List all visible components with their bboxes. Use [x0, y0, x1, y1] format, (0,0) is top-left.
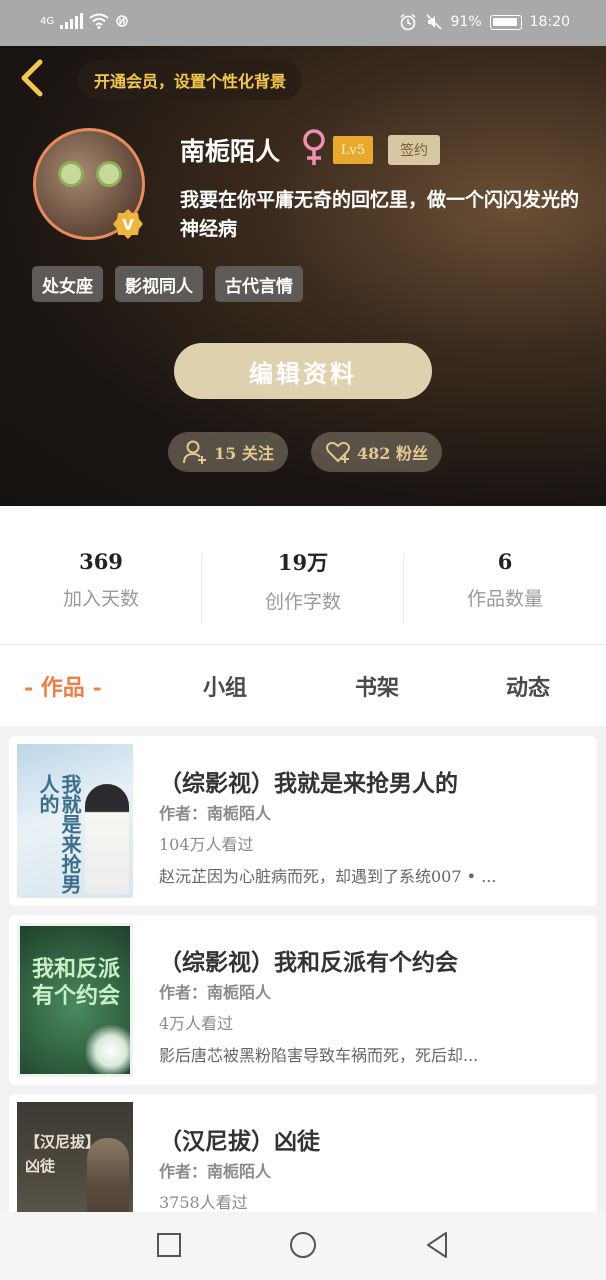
book-cover: 我和反派有个约会	[17, 923, 133, 1077]
system-nav-bar	[0, 1212, 606, 1280]
book-description: 赵沅芷因为心脏病而死，却遇到了系统007 • ...	[159, 867, 497, 886]
cover-figure	[85, 784, 129, 894]
alarm-icon	[400, 13, 415, 31]
profile-tag: 影视同人	[115, 266, 203, 302]
book-title: （综影视）我和反派有个约会	[159, 949, 458, 976]
book-card[interactable]: 我和反派有个约会 （综影视）我和反派有个约会 作者：南栀陌人 4万人看过 影后唐…	[9, 915, 597, 1085]
stat-label: 作品数量	[466, 588, 543, 610]
stat-words-written: 19万 创作字数	[202, 506, 404, 644]
book-card[interactable]: 我就是来抢男人的 （综影视）我就是来抢男人的 作者：南栀陌人 104万人看过 赵…	[9, 736, 597, 906]
verified-v-icon: V	[113, 209, 143, 239]
edit-profile-button[interactable]: 编辑资料	[174, 343, 432, 399]
network-label: 4G	[40, 15, 55, 27]
stat-value: 369	[79, 549, 123, 574]
back-arrow-icon[interactable]	[16, 58, 46, 98]
avatar-eye-patch	[58, 161, 84, 187]
add-user-icon	[183, 440, 206, 464]
heart-plus-icon	[326, 441, 350, 463]
stats-bar: 369 加入天数 19万 创作字数 6 作品数量	[0, 506, 606, 644]
followers-button[interactable]: 482 粉丝	[311, 432, 442, 472]
signal-icon	[60, 13, 84, 29]
book-title: （汉尼拔）凶徒	[159, 1128, 320, 1155]
vip-background-banner[interactable]: 开通会员，设置个性化背景	[78, 60, 303, 100]
profile-header: 开通会员，设置个性化背景 V 南栀陌人 Lv5 签约 我要在你平庸无奇的回忆里，…	[0, 46, 606, 506]
back-triangle-icon[interactable]	[422, 1230, 452, 1260]
profile-tags: 处女座 影视同人 古代言情	[32, 266, 303, 302]
cover-title: 【汉尼拔】凶徒	[25, 1133, 93, 1175]
book-cover: 【汉尼拔】凶徒	[17, 1102, 133, 1213]
tab-groups[interactable]: 小组	[203, 645, 247, 727]
cover-flowers	[86, 1022, 130, 1074]
avatar-eye-patch	[96, 161, 122, 187]
book-author: 作者：南栀陌人	[159, 1162, 272, 1181]
battery-percent: 91%	[450, 14, 482, 30]
following-count: 15 关注	[214, 444, 274, 463]
book-card[interactable]: 【汉尼拔】凶徒 （汉尼拔）凶徒 作者：南栀陌人 3758人看过	[9, 1094, 597, 1213]
tab-activity[interactable]: 动态	[506, 645, 550, 727]
stat-works-count: 6 作品数量	[404, 506, 606, 644]
cover-title: 我和反派有个约会	[32, 956, 121, 1009]
book-views: 3758人看过	[159, 1193, 248, 1212]
home-icon[interactable]	[288, 1230, 318, 1260]
book-cover: 我就是来抢男人的	[17, 744, 133, 898]
cover-title: 我就是来抢男人的	[36, 774, 82, 894]
status-right: 91% 18:20	[399, 13, 570, 31]
svg-text:V: V	[122, 216, 134, 234]
book-views: 104万人看过	[159, 835, 254, 854]
tab-bookshelf[interactable]: 书架	[355, 645, 399, 727]
tab-works[interactable]: - 作品 -	[24, 645, 102, 727]
stat-days-joined: 369 加入天数	[0, 506, 202, 644]
cover-figure	[87, 1138, 129, 1213]
stat-value: 19万	[277, 549, 329, 575]
followers-count: 482 粉丝	[357, 444, 428, 463]
recent-apps-icon[interactable]	[154, 1230, 184, 1260]
wifi-icon	[89, 13, 109, 29]
clock: 18:20	[529, 14, 570, 30]
book-author: 作者：南栀陌人	[159, 983, 272, 1002]
profile-tag: 古代言情	[215, 266, 303, 302]
signed-author-badge: 签约	[388, 135, 440, 165]
book-author: 作者：南栀陌人	[159, 804, 272, 823]
battery-icon	[489, 14, 522, 30]
username: 南栀陌人	[180, 137, 281, 166]
book-title: （综影视）我就是来抢男人的	[159, 770, 458, 797]
level-badge: Lv5	[333, 136, 373, 164]
stat-value: 6	[497, 549, 513, 574]
stat-label: 加入天数	[62, 588, 139, 610]
book-views: 4万人看过	[159, 1014, 234, 1033]
female-gender-icon	[303, 129, 325, 165]
following-button[interactable]: 15 关注	[168, 432, 288, 472]
book-description: 影后唐芯被黑粉陷害导致车祸而死，死后却...	[159, 1046, 479, 1065]
stat-label: 创作字数	[264, 590, 341, 613]
profile-tag: 处女座	[32, 266, 103, 302]
status-left: 4G	[40, 13, 129, 29]
status-bar: 4G 91% 18:20	[0, 0, 606, 46]
profile-bio: 我要在你平庸无奇的回忆里，做一个闪闪发光的神经病	[180, 189, 580, 240]
content-tabs: - 作品 - 小组 书架 动态	[0, 644, 606, 726]
nfc-icon	[116, 15, 128, 27]
works-list: 我就是来抢男人的 （综影视）我就是来抢男人的 作者：南栀陌人 104万人看过 赵…	[0, 726, 606, 1213]
mute-icon	[425, 14, 442, 30]
